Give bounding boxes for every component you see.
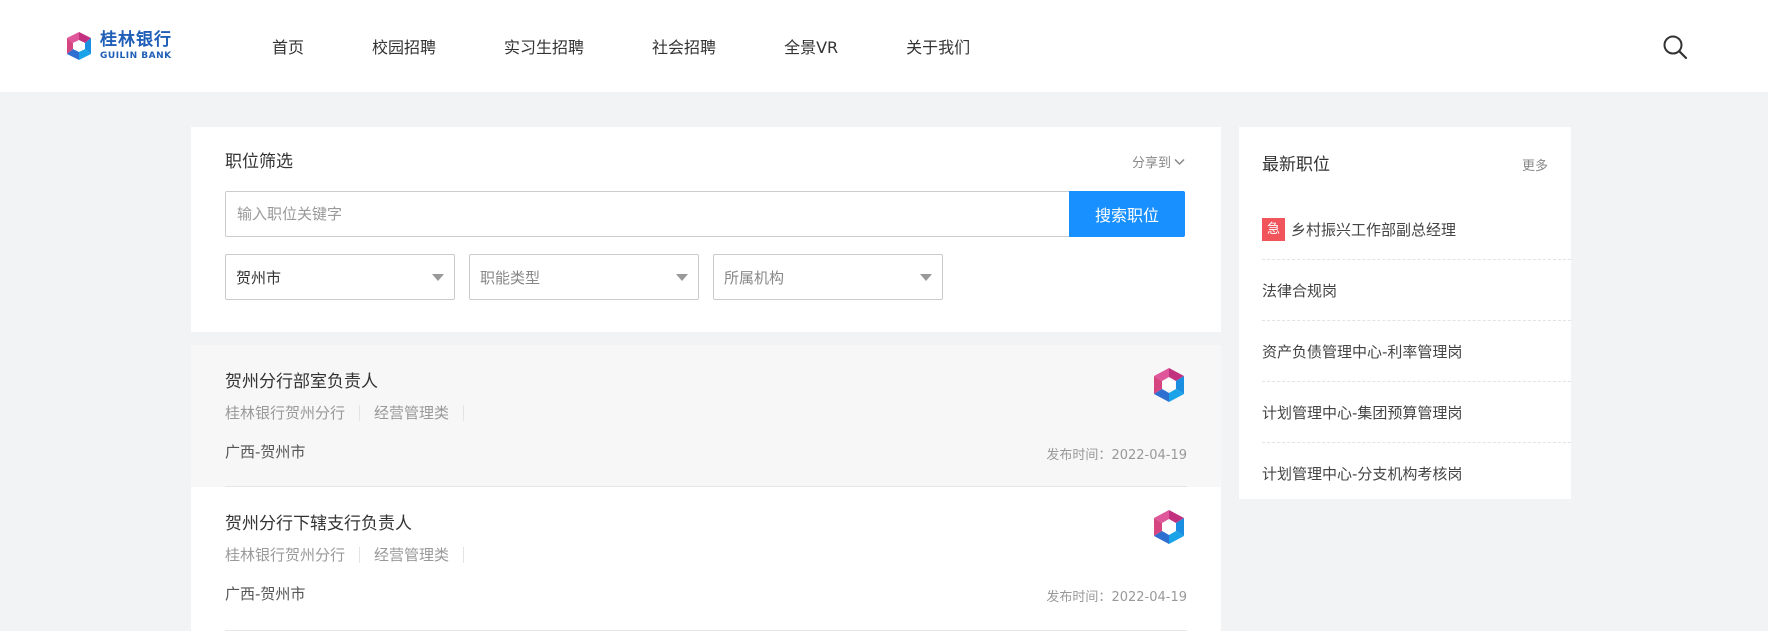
latest-job-item[interactable]: 资产负债管理中心-利率管理岗 bbox=[1262, 321, 1571, 382]
job-publish-date: 发布时间：2022-04-19 bbox=[1046, 444, 1187, 463]
job-title[interactable]: 贺州分行下辖支行负责人 bbox=[225, 509, 412, 534]
latest-jobs-panel: 最新职位 更多 急 乡村振兴工作部副总经理 法律合规岗 资产负债管理中心-利率管… bbox=[1239, 127, 1571, 499]
latest-job-label: 资产负债管理中心-利率管理岗 bbox=[1262, 342, 1463, 361]
nav-item-intern-recruitment[interactable]: 实习生招聘 bbox=[504, 34, 584, 58]
main-nav: 首页 校园招聘 实习生招聘 社会招聘 全景VR 关于我们 bbox=[272, 0, 970, 92]
job-publish-date: 发布时间：2022-04-19 bbox=[1046, 586, 1187, 605]
job-meta: 桂林银行贺州分行 经营管理类 bbox=[225, 547, 478, 563]
latest-job-label: 法律合规岗 bbox=[1262, 281, 1338, 300]
brand-name-en: GUILIN BANK bbox=[100, 50, 172, 61]
job-meta: 桂林银行贺州分行 经营管理类 bbox=[225, 405, 478, 421]
job-title[interactable]: 贺州分行部室负责人 bbox=[225, 367, 378, 392]
job-list-item[interactable]: 贺州分行下辖支行负责人 桂林银行贺州分行 经营管理类 广西-贺州市 发布时间：2… bbox=[191, 487, 1221, 631]
organization-select[interactable]: 所属机构 bbox=[713, 254, 943, 300]
job-location: 广西-贺州市 bbox=[225, 443, 306, 461]
share-dropdown[interactable]: 分享到 bbox=[1132, 152, 1185, 171]
latest-job-item[interactable]: 法律合规岗 bbox=[1262, 260, 1571, 321]
publish-date-label: 发布时间： bbox=[1046, 448, 1112, 463]
organization-placeholder: 所属机构 bbox=[724, 268, 785, 287]
latest-jobs-list: 急 乡村振兴工作部副总经理 法律合规岗 资产负债管理中心-利率管理岗 计划管理中… bbox=[1239, 199, 1571, 504]
caret-down-icon bbox=[432, 273, 444, 281]
job-list-item[interactable]: 贺州分行部室负责人 桂林银行贺州分行 经营管理类 广西-贺州市 发布时间：202… bbox=[191, 345, 1221, 487]
nav-item-home[interactable]: 首页 bbox=[272, 34, 304, 58]
latest-job-item[interactable]: 计划管理中心-集团预算管理岗 bbox=[1262, 382, 1571, 443]
more-link[interactable]: 更多 bbox=[1522, 155, 1548, 174]
search-jobs-button[interactable]: 搜索职位 bbox=[1069, 191, 1185, 237]
urgent-badge: 急 bbox=[1262, 217, 1285, 241]
publish-date-label: 发布时间： bbox=[1046, 590, 1112, 605]
search-icon[interactable] bbox=[1662, 34, 1688, 60]
latest-job-item[interactable]: 计划管理中心-分支机构考核岗 bbox=[1262, 443, 1571, 504]
job-category: 经营管理类 bbox=[374, 547, 465, 563]
keyword-search-input[interactable] bbox=[225, 191, 1071, 237]
latest-job-label: 计划管理中心-集团预算管理岗 bbox=[1262, 403, 1463, 422]
city-select-value: 贺州市 bbox=[236, 268, 282, 287]
brand-logo[interactable]: 桂林银行 GUILIN BANK bbox=[64, 29, 172, 63]
latest-job-item[interactable]: 急 乡村振兴工作部副总经理 bbox=[1262, 199, 1571, 260]
nav-item-social-recruitment[interactable]: 社会招聘 bbox=[652, 34, 716, 58]
job-location: 广西-贺州市 bbox=[225, 585, 306, 603]
publish-date-value: 2022-04-19 bbox=[1111, 448, 1187, 463]
job-filter-panel: 职位筛选 分享到 搜索职位 贺州市 职能类型 所属机构 bbox=[191, 127, 1221, 332]
function-type-select[interactable]: 职能类型 bbox=[469, 254, 699, 300]
publish-date-value: 2022-04-19 bbox=[1111, 590, 1187, 605]
filter-title: 职位筛选 bbox=[225, 152, 293, 172]
job-organization: 桂林银行贺州分行 bbox=[225, 547, 361, 563]
bank-logo-icon bbox=[1154, 368, 1184, 402]
bank-logo-icon bbox=[1154, 510, 1184, 544]
latest-job-label: 计划管理中心-分支机构考核岗 bbox=[1262, 465, 1463, 483]
caret-down-icon bbox=[676, 273, 688, 281]
latest-job-label: 乡村振兴工作部副总经理 bbox=[1291, 220, 1457, 239]
function-type-placeholder: 职能类型 bbox=[480, 268, 541, 287]
top-header: 桂林银行 GUILIN BANK 首页 校园招聘 实习生招聘 社会招聘 全景VR… bbox=[0, 0, 1768, 92]
job-category: 经营管理类 bbox=[374, 405, 465, 421]
caret-down-icon bbox=[920, 273, 932, 281]
latest-jobs-title: 最新职位 bbox=[1262, 155, 1330, 175]
city-select[interactable]: 贺州市 bbox=[225, 254, 455, 300]
bank-logo-icon bbox=[67, 32, 91, 60]
nav-item-about-us[interactable]: 关于我们 bbox=[906, 34, 970, 58]
chevron-down-icon bbox=[1174, 158, 1185, 165]
nav-item-campus-recruitment[interactable]: 校园招聘 bbox=[372, 34, 436, 58]
brand-name-cn: 桂林银行 bbox=[100, 29, 172, 50]
share-label: 分享到 bbox=[1131, 156, 1171, 171]
job-organization: 桂林银行贺州分行 bbox=[225, 405, 361, 421]
brand-text: 桂林银行 GUILIN BANK bbox=[100, 29, 172, 61]
nav-item-vr-tour[interactable]: 全景VR bbox=[784, 34, 838, 58]
